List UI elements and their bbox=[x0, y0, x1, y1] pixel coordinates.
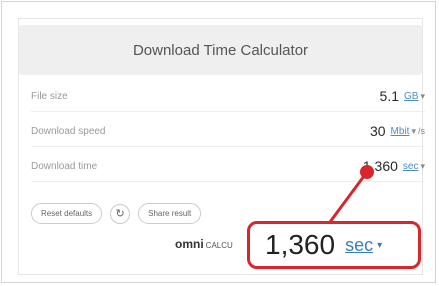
omni-logo-name: omni bbox=[175, 237, 204, 251]
omni-logo[interactable]: omni CALCU bbox=[175, 237, 233, 251]
download-speed-caret-icon[interactable]: ▾ bbox=[411, 126, 416, 137]
reset-defaults-button[interactable]: Reset defaults bbox=[31, 203, 103, 224]
download-time-value[interactable]: 1,360 bbox=[363, 158, 398, 174]
row-download-speed: Download speed 30 Mbit ▾ /s bbox=[31, 116, 425, 147]
row-download-time: Download time 1,360 sec ▾ bbox=[31, 151, 425, 182]
callout-value: 1,360 bbox=[265, 229, 336, 260]
download-speed-label: Download speed bbox=[31, 125, 106, 137]
download-time-unit-select[interactable]: sec bbox=[403, 161, 419, 172]
file-size-caret-icon[interactable]: ▾ bbox=[420, 91, 425, 102]
omni-logo-sub: CALCU bbox=[205, 241, 233, 250]
file-size-value[interactable]: 5.1 bbox=[380, 88, 399, 104]
reload-icon[interactable]: ↻ bbox=[110, 203, 131, 224]
zoom-callout: 1,360 sec ▾ bbox=[247, 221, 421, 269]
download-time-label: Download time bbox=[31, 160, 98, 172]
download-speed-suffix: /s bbox=[417, 126, 425, 136]
download-speed-unit-select[interactable]: Mbit bbox=[391, 126, 410, 137]
action-buttons: Reset defaults ↻ Share result bbox=[31, 203, 202, 224]
callout-unit: sec bbox=[345, 234, 374, 255]
calculator-title: Download Time Calculator bbox=[19, 25, 422, 75]
file-size-unit-select[interactable]: GB bbox=[404, 91, 418, 102]
download-time-caret-icon[interactable]: ▾ bbox=[420, 161, 425, 172]
callout-caret-icon: ▾ bbox=[377, 239, 383, 251]
download-speed-value[interactable]: 30 bbox=[370, 123, 386, 139]
row-file-size: File size 5.1 GB ▾ bbox=[31, 81, 425, 112]
file-size-label: File size bbox=[31, 90, 68, 102]
share-result-button[interactable]: Share result bbox=[138, 203, 202, 224]
